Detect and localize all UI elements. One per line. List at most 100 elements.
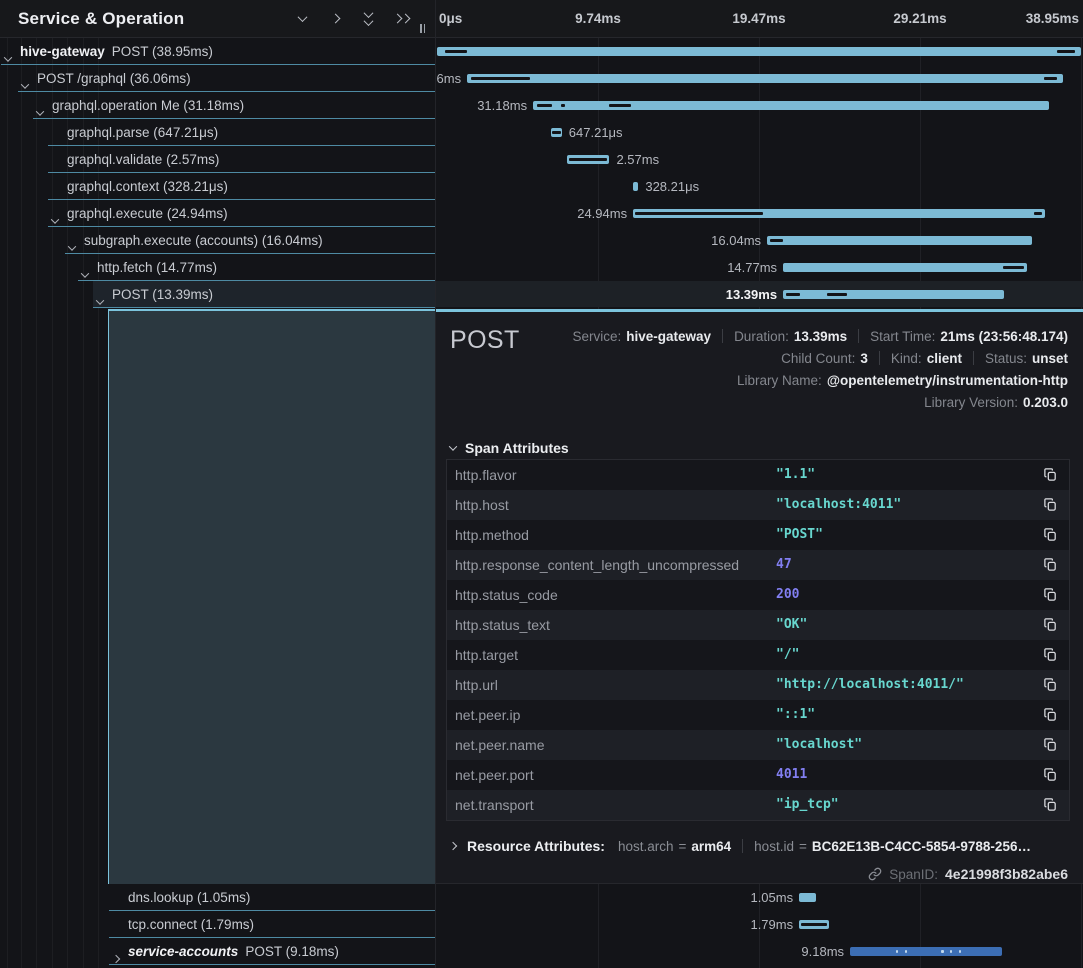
attribute-value: "localhost" xyxy=(776,730,862,760)
copy-icon[interactable] xyxy=(1042,797,1058,813)
meta-value: hive-gateway xyxy=(626,329,711,344)
chevron-down-icon[interactable] xyxy=(97,292,103,310)
copy-icon[interactable] xyxy=(1042,497,1058,513)
tree-row[interactable]: graphql.validate (2.57ms) xyxy=(0,146,435,173)
meta-value: client xyxy=(927,351,962,366)
service-name: hive-gateway xyxy=(20,44,105,59)
collapse-one-icon[interactable] xyxy=(294,11,310,27)
tree-row[interactable]: POST (13.39ms) xyxy=(0,281,435,308)
span-attributes-table: http.flavor"1.1"http.host"localhost:4011… xyxy=(446,459,1070,821)
attribute-value: "ip_tcp" xyxy=(776,790,839,820)
copy-icon[interactable] xyxy=(1042,767,1058,783)
tree-row[interactable]: dns.lookup (1.05ms) xyxy=(0,884,435,911)
expand-one-icon[interactable] xyxy=(327,11,343,27)
tree-row[interactable]: graphql.context (328.21μs) xyxy=(0,173,435,200)
attribute-value: "localhost:4011" xyxy=(776,490,901,520)
tree-row-label: graphql.execute (24.94ms) xyxy=(67,200,228,227)
tree-row-label: graphql.validate (2.57ms) xyxy=(67,146,219,173)
resource-key: host.id xyxy=(754,839,794,854)
tree-row-label: subgraph.execute (accounts) (16.04ms) xyxy=(84,227,323,254)
service-operation-header: Service & Operation xyxy=(0,0,435,38)
span-attributes-toggle[interactable]: Span Attributes xyxy=(450,440,569,456)
attribute-key: net.transport xyxy=(455,790,534,820)
meta-separator xyxy=(973,351,974,365)
bar-duration-label: 2.57ms xyxy=(616,146,659,173)
copy-icon[interactable] xyxy=(1042,467,1058,483)
bar-child-mark-light xyxy=(905,950,907,953)
timeline-tick-label: 0μs xyxy=(439,0,462,37)
attribute-value: "1.1" xyxy=(776,460,815,490)
attribute-key: http.url xyxy=(455,670,498,700)
span-bar[interactable] xyxy=(850,947,1002,956)
span-bar[interactable] xyxy=(567,155,609,164)
attribute-key: http.flavor xyxy=(455,460,516,490)
bar-duration-label: 328.21μs xyxy=(645,173,699,200)
meta-line: Child Count:3Kind:clientStatus:unset xyxy=(572,347,1068,369)
span-bar[interactable] xyxy=(783,290,1004,299)
copy-icon[interactable] xyxy=(1042,707,1058,723)
bar-duration-label: 36.06ms xyxy=(436,65,461,92)
attribute-value: "OK" xyxy=(776,610,807,640)
tree-row[interactable]: tcp.connect (1.79ms) xyxy=(0,911,435,938)
resource-attributes-row[interactable]: Resource Attributes:host.arch=arm64host.… xyxy=(450,833,1068,859)
bar-child-mark xyxy=(786,293,800,296)
bar-child-mark xyxy=(1057,50,1075,53)
tree-row[interactable]: hive-gatewayPOST (38.95ms) xyxy=(0,38,435,65)
tree-row-label: graphql.parse (647.21μs) xyxy=(67,119,218,146)
copy-icon[interactable] xyxy=(1042,677,1058,693)
bar-child-mark xyxy=(561,104,565,107)
span-bar[interactable] xyxy=(437,47,1081,56)
splitter-drag-handle-icon[interactable] xyxy=(420,24,425,33)
copy-icon[interactable] xyxy=(1042,617,1058,633)
tree-row[interactable]: subgraph.execute (accounts) (16.04ms) xyxy=(0,227,435,254)
selected-span-highlight-block xyxy=(108,309,435,884)
copy-icon[interactable] xyxy=(1042,737,1058,753)
collapse-all-icon[interactable] xyxy=(360,11,376,27)
attribute-value: "POST" xyxy=(776,520,823,550)
attribute-key: net.peer.port xyxy=(455,760,534,790)
link-icon[interactable] xyxy=(868,867,882,881)
timeline-tick-label: 29.21ms xyxy=(893,0,946,37)
meta-line: Service:hive-gatewayDuration:13.39msStar… xyxy=(572,325,1068,347)
span-bar[interactable] xyxy=(799,920,829,929)
copy-icon[interactable] xyxy=(1042,527,1058,543)
attribute-value: "::1" xyxy=(776,700,815,730)
span-bar[interactable] xyxy=(767,236,1032,245)
span-bar[interactable] xyxy=(551,128,562,137)
tree-row[interactable]: graphql.operation Me (31.18ms) xyxy=(0,92,435,119)
span-bar[interactable] xyxy=(633,209,1045,218)
attribute-key: net.peer.ip xyxy=(455,700,520,730)
expand-all-icon[interactable] xyxy=(393,11,409,27)
meta-separator xyxy=(879,351,880,365)
span-bar[interactable] xyxy=(799,893,816,902)
copy-icon[interactable] xyxy=(1042,587,1058,603)
attribute-value: "/" xyxy=(776,640,799,670)
span-bar[interactable] xyxy=(533,101,1049,110)
bar-duration-label: 9.18ms xyxy=(801,938,844,965)
attribute-key: http.status_code xyxy=(455,580,558,610)
panel-title: Service & Operation xyxy=(0,9,184,29)
resource-key: host.arch xyxy=(618,839,674,854)
bar-child-mark xyxy=(1003,266,1024,269)
chevron-right-icon[interactable] xyxy=(113,949,119,967)
span-bar[interactable] xyxy=(783,263,1027,272)
span-bar[interactable] xyxy=(633,182,638,191)
resource-separator xyxy=(742,839,743,853)
tree-row[interactable]: http.fetch (14.77ms) xyxy=(0,254,435,281)
copy-icon[interactable] xyxy=(1042,557,1058,573)
copy-icon[interactable] xyxy=(1042,647,1058,663)
tree-row[interactable]: service-accountsPOST (9.18ms) xyxy=(0,938,435,965)
panel-splitter[interactable] xyxy=(435,0,436,968)
timeline-tick-label: 9.74ms xyxy=(575,0,621,37)
meta-separator xyxy=(858,329,859,343)
attribute-key: http.status_text xyxy=(455,610,550,640)
tree-row[interactable]: graphql.parse (647.21μs) xyxy=(0,119,435,146)
resource-value: BC62E13B-C4CC-5854-9788-256… xyxy=(812,839,1031,854)
bar-child-mark-light xyxy=(950,950,952,953)
attribute-row: http.url"http://localhost:4011/" xyxy=(447,670,1069,700)
tree-row[interactable]: POST /graphql (36.06ms) xyxy=(0,65,435,92)
tree-row[interactable]: graphql.execute (24.94ms) xyxy=(0,200,435,227)
span-bar[interactable] xyxy=(467,74,1063,83)
bar-child-mark xyxy=(770,239,783,242)
meta-label: Library Name: xyxy=(737,373,822,388)
